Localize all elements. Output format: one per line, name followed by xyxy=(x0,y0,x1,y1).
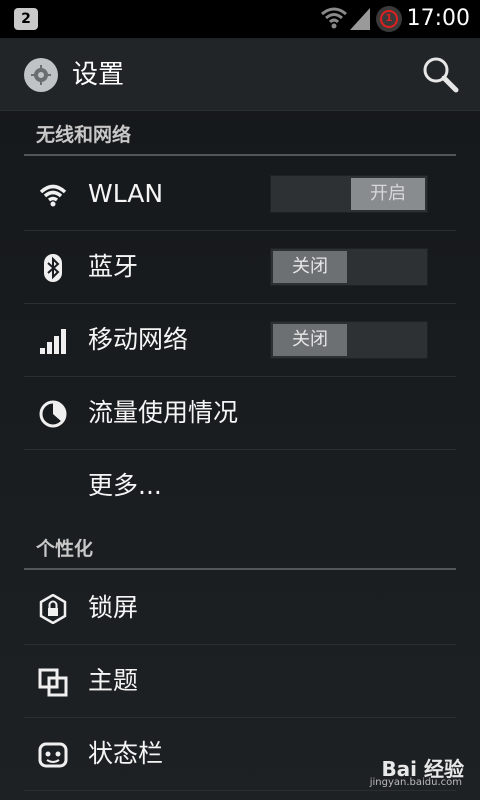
mobile-network-toggle[interactable]: 关闭 xyxy=(270,321,428,359)
toggle-thumb: 关闭 xyxy=(273,251,347,283)
status-bar-icon xyxy=(38,742,68,768)
search-icon[interactable] xyxy=(418,52,462,96)
row-label: WLAN xyxy=(88,179,164,208)
clock: 17:00 xyxy=(406,6,470,31)
bluetooth-toggle[interactable]: 关闭 xyxy=(270,248,428,286)
action-bar: 设置 xyxy=(0,38,480,111)
wlan-toggle[interactable]: 开启 xyxy=(270,175,428,213)
settings-gear-icon[interactable] xyxy=(24,58,58,92)
notification-count: 2 xyxy=(21,11,31,27)
bluetooth-row[interactable]: 蓝牙 关闭 xyxy=(24,231,456,304)
mobile-network-row[interactable]: 移动网络 关闭 xyxy=(24,304,456,377)
section-divider xyxy=(24,568,456,570)
section-header-wireless: 无线和网络 xyxy=(24,110,456,156)
section-title: 个性化 xyxy=(36,538,94,560)
toggle-thumb: 开启 xyxy=(351,178,425,210)
record-status-icon: 1 xyxy=(376,6,402,32)
signal-status-icon xyxy=(350,8,370,30)
lock-screen-row[interactable]: 锁屏 xyxy=(24,572,456,645)
row-label: 锁屏 xyxy=(88,593,139,622)
toggle-thumb: 关闭 xyxy=(273,324,347,356)
theme-row[interactable]: 主题 xyxy=(24,645,456,718)
row-label: 状态栏 xyxy=(88,739,164,768)
lock-screen-icon xyxy=(39,594,67,624)
row-label: 蓝牙 xyxy=(88,252,139,281)
screen: 2 1 17:00 设置 无线和网络 WLAN 开启 蓝牙 关闭 移动网络 关闭… xyxy=(0,0,480,800)
section-divider xyxy=(24,154,456,156)
bluetooth-icon xyxy=(44,254,62,282)
row-label: 流量使用情况 xyxy=(88,398,239,427)
record-count: 1 xyxy=(380,10,398,28)
notification-icon: 2 xyxy=(14,8,38,30)
wifi-status-icon xyxy=(321,7,347,29)
row-label: 移动网络 xyxy=(88,325,189,354)
row-label: 更多... xyxy=(88,471,162,500)
watermark-url: jingyan.baidu.com xyxy=(369,777,462,788)
theme-icon xyxy=(38,668,68,697)
section-title: 无线和网络 xyxy=(36,124,132,146)
page-title: 设置 xyxy=(72,60,125,90)
wifi-icon xyxy=(39,184,67,207)
status-bar: 2 1 17:00 xyxy=(0,0,480,38)
row-label: 主题 xyxy=(88,666,139,695)
wlan-row[interactable]: WLAN 开启 xyxy=(24,158,456,231)
more-row[interactable]: 更多... xyxy=(24,450,456,522)
baidu-watermark: Bai 经验 jingyan.baidu.com xyxy=(370,753,464,788)
data-usage-icon xyxy=(39,400,67,428)
section-header-personalization: 个性化 xyxy=(24,524,456,570)
data-usage-row[interactable]: 流量使用情况 xyxy=(24,377,456,450)
signal-bars-icon xyxy=(40,329,66,354)
